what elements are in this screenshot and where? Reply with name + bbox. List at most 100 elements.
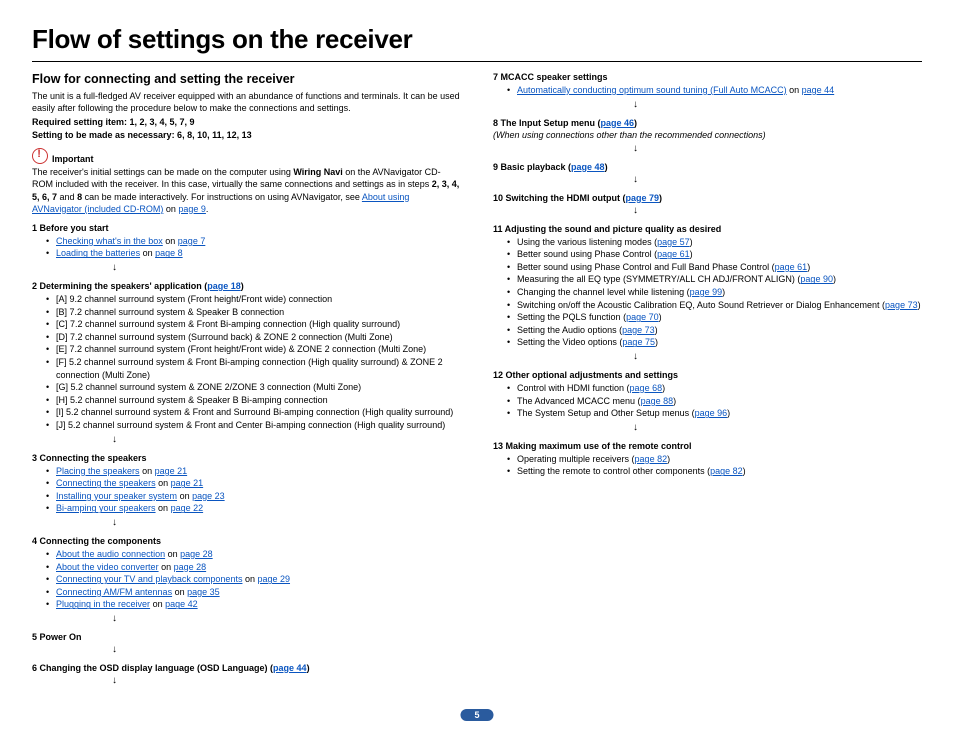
step-7-list: Automatically conducting optimum sound t… — [507, 84, 922, 97]
list-item: [D] 7.2 channel surround system (Surroun… — [46, 331, 461, 344]
page-link[interactable]: page 79 — [626, 193, 660, 203]
down-arrow-icon: ↓ — [633, 174, 922, 185]
step-8-note: (When using connections other than the r… — [493, 130, 922, 140]
list-item: The Advanced MCACC menu (page 88) — [507, 395, 922, 408]
page-link[interactable]: page 61 — [775, 262, 808, 272]
list-item: Connecting your TV and playback componen… — [46, 573, 461, 586]
page-link[interactable]: page 44 — [273, 663, 307, 673]
page-link[interactable]: page 28 — [174, 562, 207, 572]
down-arrow-icon: ↓ — [112, 517, 461, 528]
step-6-head: 6 Changing the OSD display language (OSD… — [32, 663, 461, 673]
link[interactable]: Connecting the speakers — [56, 478, 156, 488]
list-item: Operating multiple receivers (page 82) — [507, 453, 922, 466]
step-4-head: 4 Connecting the components — [32, 536, 461, 546]
step-5-head: 5 Power On — [32, 632, 461, 642]
down-arrow-icon: ↓ — [112, 434, 461, 445]
important-icon — [32, 148, 48, 164]
page-link[interactable]: page 23 — [192, 491, 225, 501]
list-item: The System Setup and Other Setup menus (… — [507, 407, 922, 420]
list-item: [H] 5.2 channel surround system & Speake… — [46, 394, 461, 407]
right-column: 7 MCACC speaker settings Automatically c… — [493, 72, 922, 687]
link[interactable]: About the video converter — [56, 562, 159, 572]
step-13-list: Operating multiple receivers (page 82) S… — [507, 453, 922, 478]
step-4-list: About the audio connection on page 28 Ab… — [46, 548, 461, 611]
list-item: Changing the channel level while listeni… — [507, 286, 922, 299]
list-item: Control with HDMI function (page 68) — [507, 382, 922, 395]
link[interactable]: Connecting your TV and playback componen… — [56, 574, 242, 584]
page-link[interactable]: page 44 — [802, 85, 835, 95]
list-item: Automatically conducting optimum sound t… — [507, 84, 922, 97]
step-3-head: 3 Connecting the speakers — [32, 453, 461, 463]
page-link[interactable]: page 61 — [657, 249, 690, 259]
required-line: Required setting item: 1, 2, 3, 4, 5, 7,… — [32, 117, 461, 127]
page-link[interactable]: page 88 — [641, 396, 674, 406]
link[interactable]: Placing the speakers — [56, 466, 140, 476]
list-item: Loading the batteries on page 8 — [46, 247, 461, 260]
page-link[interactable]: page 96 — [695, 408, 728, 418]
page-link[interactable]: page 22 — [171, 503, 204, 513]
step-2-list: [A] 9.2 channel surround system (Front h… — [46, 293, 461, 432]
list-item: Installing your speaker system on page 2… — [46, 490, 461, 503]
list-item: [E] 7.2 channel surround system (Front h… — [46, 343, 461, 356]
link[interactable]: Bi-amping your speakers — [56, 503, 156, 513]
page-link[interactable]: page 68 — [630, 383, 663, 393]
intro-text: The unit is a full-fledged AV receiver e… — [32, 90, 461, 114]
list-item: Switching on/off the Acoustic Calibratio… — [507, 299, 922, 312]
step-7-head: 7 MCACC speaker settings — [493, 72, 922, 82]
list-item: Setting the Audio options (page 73) — [507, 324, 922, 337]
page-link[interactable]: page 75 — [622, 337, 655, 347]
list-item: Measuring the all EQ type (SYMMETRY/ALL … — [507, 273, 922, 286]
page-link[interactable]: page 46 — [601, 118, 635, 128]
page-link[interactable]: page 7 — [178, 236, 206, 246]
page-link[interactable]: page 9 — [178, 204, 206, 214]
down-arrow-icon: ↓ — [112, 644, 461, 655]
important-row: Important — [32, 148, 461, 164]
list-item: [F] 5.2 channel surround system & Front … — [46, 356, 461, 381]
page-link[interactable]: page 82 — [635, 454, 668, 464]
page-link[interactable]: page 18 — [207, 281, 241, 291]
list-item: Setting the PQLS function (page 70) — [507, 311, 922, 324]
list-item: [J] 5.2 channel surround system & Front … — [46, 419, 461, 432]
down-arrow-icon: ↓ — [633, 351, 922, 362]
list-item: [I] 5.2 channel surround system & Front … — [46, 406, 461, 419]
link[interactable]: Installing your speaker system — [56, 491, 177, 501]
page-link[interactable]: page 73 — [885, 300, 918, 310]
content-columns: Flow for connecting and setting the rece… — [32, 72, 922, 687]
page-link[interactable]: page 57 — [657, 237, 690, 247]
step-11-list: Using the various listening modes (page … — [507, 236, 922, 349]
step-9-head: 9 Basic playback (page 48) — [493, 162, 922, 172]
list-item: About the video converter on page 28 — [46, 561, 461, 574]
list-item: Placing the speakers on page 21 — [46, 465, 461, 478]
step-11-head: 11 Adjusting the sound and picture quali… — [493, 224, 922, 234]
step-10-head: 10 Switching the HDMI output (page 79) — [493, 193, 922, 203]
page-link[interactable]: page 28 — [180, 549, 213, 559]
left-column: Flow for connecting and setting the rece… — [32, 72, 461, 687]
list-item: Bi-amping your speakers on page 22 — [46, 502, 461, 515]
page-title: Flow of settings on the receiver — [32, 24, 922, 55]
page-link[interactable]: page 29 — [257, 574, 290, 584]
page-link[interactable]: page 42 — [165, 599, 198, 609]
page-link[interactable]: page 99 — [690, 287, 723, 297]
page-link[interactable]: page 8 — [155, 248, 183, 258]
page-link[interactable]: page 35 — [187, 587, 220, 597]
page-link[interactable]: page 90 — [800, 274, 833, 284]
step-1-head: 1 Before you start — [32, 223, 461, 233]
link[interactable]: Loading the batteries — [56, 248, 140, 258]
link[interactable]: Connecting AM/FM antennas — [56, 587, 172, 597]
asnec-line: Setting to be made as necessary: 6, 8, 1… — [32, 130, 461, 140]
list-item: Setting the remote to control other comp… — [507, 465, 922, 478]
page-link[interactable]: page 21 — [155, 466, 188, 476]
step-8-head: 8 The Input Setup menu (page 46) — [493, 118, 922, 128]
section-heading: Flow for connecting and setting the rece… — [32, 72, 461, 86]
list-item: Checking what's in the box on page 7 — [46, 235, 461, 248]
link[interactable]: About the audio connection — [56, 549, 165, 559]
page-link[interactable]: page 82 — [710, 466, 743, 476]
link[interactable]: Checking what's in the box — [56, 236, 163, 246]
page-link[interactable]: page 21 — [171, 478, 204, 488]
page-link[interactable]: page 48 — [571, 162, 605, 172]
link[interactable]: Automatically conducting optimum sound t… — [517, 85, 787, 95]
step-12-head: 12 Other optional adjustments and settin… — [493, 370, 922, 380]
page-link[interactable]: page 73 — [622, 325, 655, 335]
page-link[interactable]: page 70 — [626, 312, 659, 322]
link[interactable]: Plugging in the receiver — [56, 599, 150, 609]
